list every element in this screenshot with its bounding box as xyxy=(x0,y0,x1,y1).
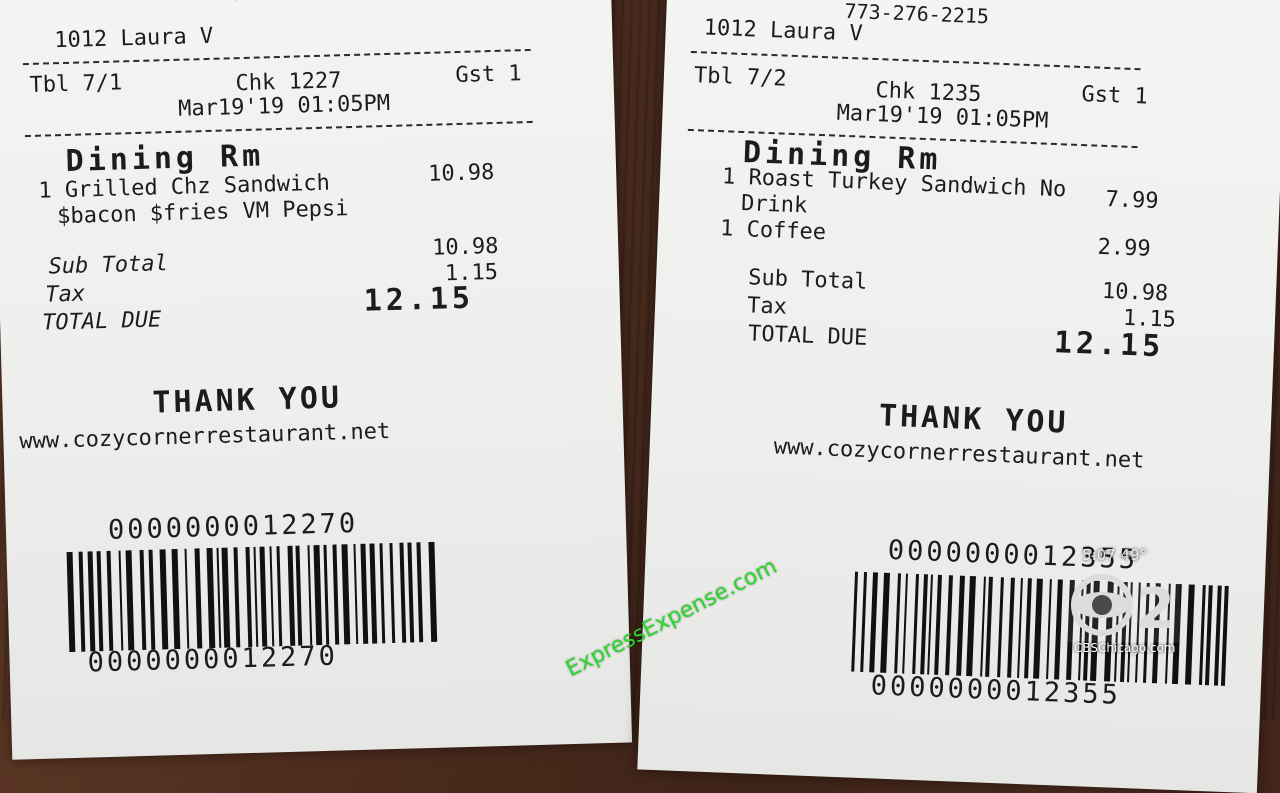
time-temperature: 5:07 49° xyxy=(1082,546,1148,564)
item-line-continued: Drink xyxy=(740,190,808,219)
server-name: 1012 Laura V xyxy=(53,23,214,54)
subtotal-value: 10.98 xyxy=(1101,278,1169,307)
server-name: 1012 Laura V xyxy=(703,15,864,47)
barcode xyxy=(66,541,450,653)
tax-label: Tax xyxy=(746,293,788,320)
thank-you: THANK YOU xyxy=(878,398,1070,441)
subtotal-label: Sub Total xyxy=(747,265,868,295)
receipt-left: 773-276-2215 1012 Laura V Tbl 7/1 Chk 12… xyxy=(0,0,633,760)
divider xyxy=(24,120,533,138)
channel-caption: CBSChicago.com xyxy=(1074,641,1176,655)
barcode-number-top: 0000000012270 xyxy=(107,507,359,546)
website: www.cozycornerrestaurant.net xyxy=(773,434,1145,474)
total-label: TOTAL DUE xyxy=(747,321,868,351)
cbs2-logo-icon: 2 xyxy=(1068,568,1180,642)
total-value: 12.15 xyxy=(363,280,475,319)
date-time: Mar19'19 01:05PM xyxy=(177,90,391,122)
table-number: Tbl 7/2 xyxy=(693,63,788,92)
tax-label: Tax xyxy=(45,281,86,308)
item-line: 1 Coffee xyxy=(719,216,827,246)
thank-you: THANK YOU xyxy=(151,380,343,421)
total-label: TOTAL DUE xyxy=(41,307,162,336)
barcode-number-bottom: 0000000012270 xyxy=(87,640,339,679)
phone-number: 773-276-2215 xyxy=(231,0,376,5)
guest-count: Gst 1 xyxy=(455,61,522,89)
subtotal-label: Sub Total xyxy=(48,251,169,280)
table-number: Tbl 7/1 xyxy=(29,70,123,98)
receipt-right: 773-276-2215 1012 Laura V Tbl 7/2 Chk 12… xyxy=(637,0,1280,793)
channel-number: 2 xyxy=(1136,577,1175,642)
website: www.cozycornerrestaurant.net xyxy=(19,419,391,455)
item-price: 10.98 xyxy=(427,160,495,187)
subtotal-value: 10.98 xyxy=(431,233,499,261)
date-time: Mar19'19 01:05PM xyxy=(836,100,1049,134)
item-price: 2.99 xyxy=(1097,234,1152,262)
guest-count: Gst 1 xyxy=(1081,81,1149,110)
phone-number: 773-276-2215 xyxy=(844,0,990,29)
item-price: 7.99 xyxy=(1105,186,1159,214)
total-value: 12.15 xyxy=(1053,325,1165,365)
